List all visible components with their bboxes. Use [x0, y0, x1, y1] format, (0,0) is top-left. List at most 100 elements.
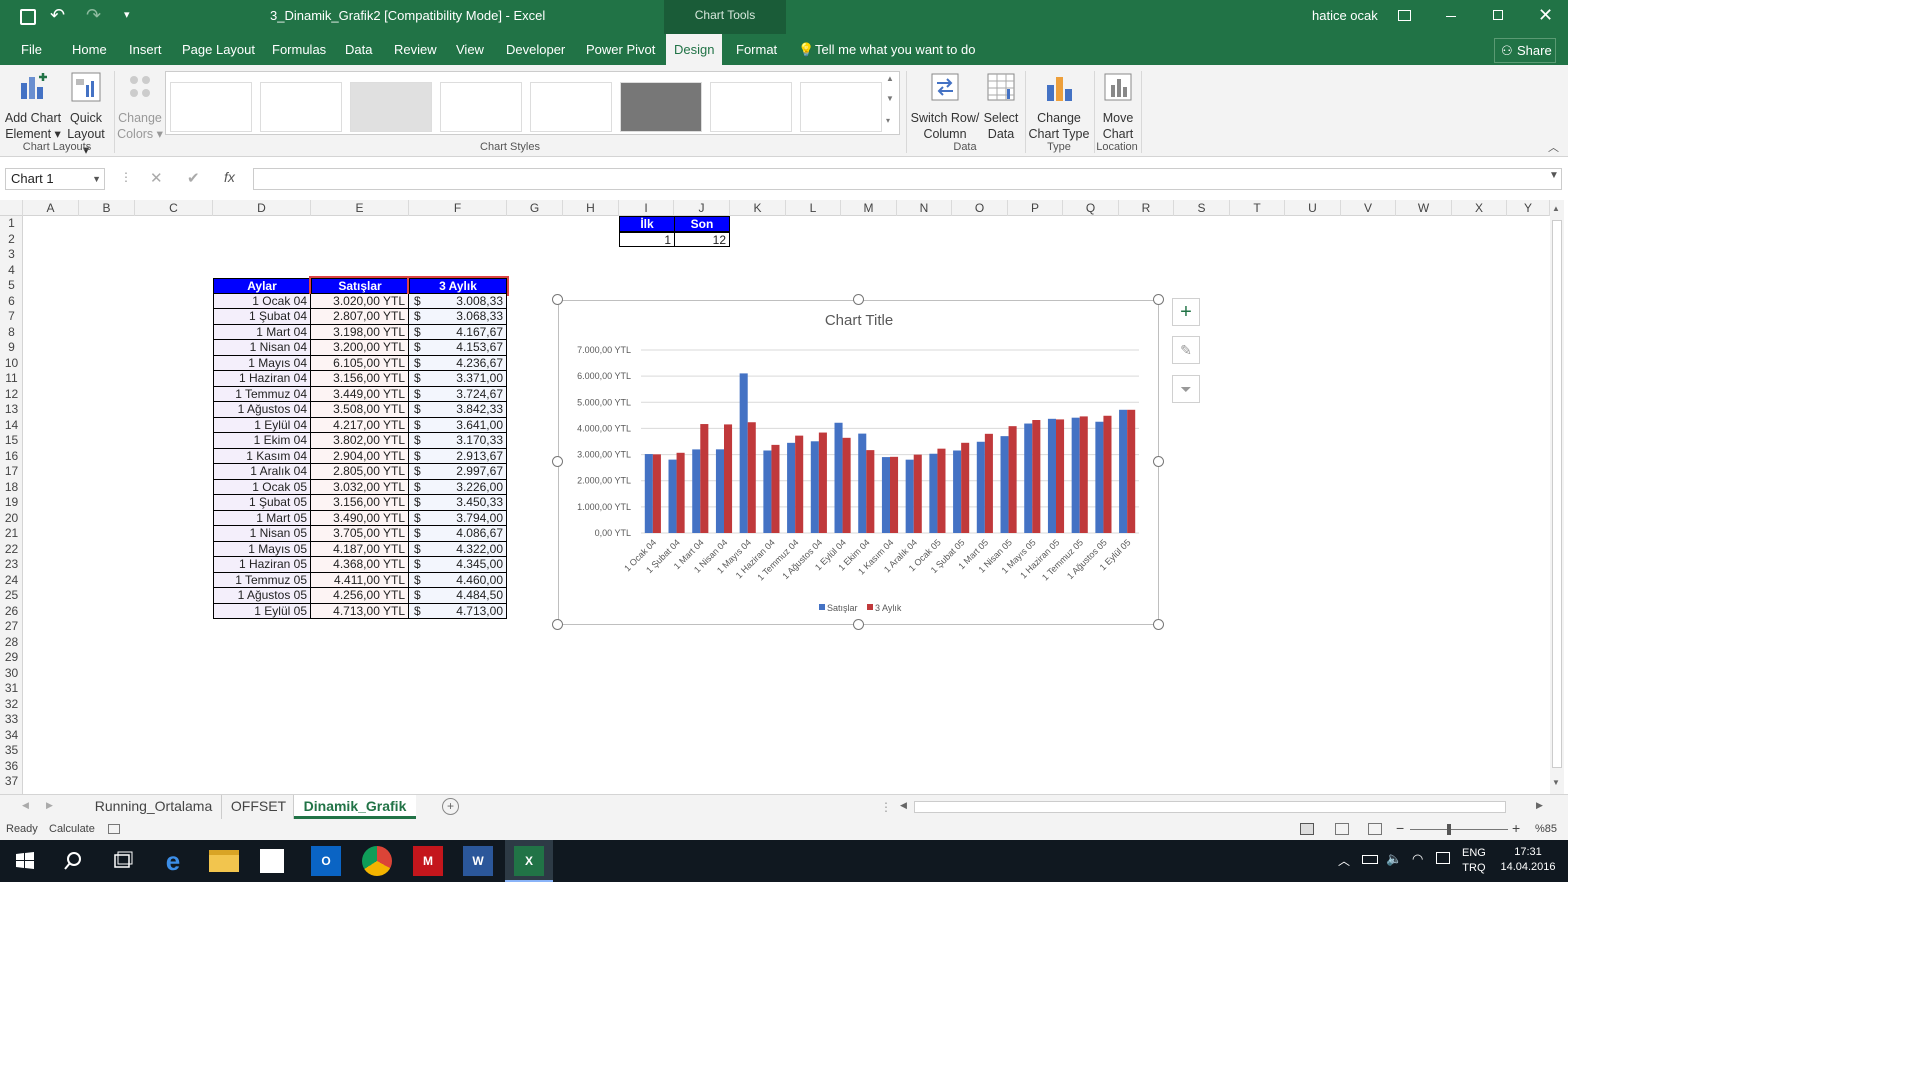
insert-function-button[interactable]: fx	[224, 169, 235, 185]
search-icon[interactable]	[58, 846, 88, 876]
chart-1[interactable]: Chart Title 0,00 YTL 1.000,00 YTL 2.000,00 …	[558, 300, 1159, 625]
horizontal-scrollbar[interactable]: ◀ ▶	[898, 799, 1548, 815]
satislar-header[interactable]: Satışlar	[309, 276, 411, 296]
ilk-header[interactable]: İlk	[619, 216, 675, 232]
three-month-cell[interactable]: 4.086,67	[429, 526, 507, 542]
prev-sheet-icon[interactable]: ◀	[22, 800, 29, 811]
row-header[interactable]: 28	[0, 635, 22, 651]
row-header[interactable]: 35	[0, 743, 22, 759]
three-month-cell[interactable]: 4.460,00	[429, 572, 507, 588]
row-header[interactable]: 25	[0, 588, 22, 604]
row-header[interactable]: 36	[0, 759, 22, 775]
month-cell[interactable]: 1 Şubat 05	[213, 495, 311, 511]
month-cell[interactable]: 1 Temmuz 04	[213, 386, 311, 402]
share-button[interactable]: ⚇ Share	[1494, 38, 1556, 63]
save-icon[interactable]	[20, 9, 36, 25]
tab-review[interactable]: Review	[394, 34, 437, 65]
currency-cell[interactable]: $	[409, 510, 429, 526]
sales-cell[interactable]: 3.200,00 YTL	[311, 340, 409, 356]
chart-styles-button[interactable]: ✎	[1172, 336, 1200, 364]
row-header[interactable]: 11	[0, 371, 22, 387]
sales-cell[interactable]: 3.156,00 YTL	[311, 371, 409, 387]
mendeley-icon[interactable]: M	[413, 846, 443, 876]
currency-cell[interactable]: $	[409, 433, 429, 449]
month-cell[interactable]: 1 Ekim 04	[213, 433, 311, 449]
row-header[interactable]: 20	[0, 511, 22, 527]
row-header[interactable]: 22	[0, 542, 22, 558]
col-header[interactable]: Q	[1063, 200, 1119, 216]
col-header[interactable]: F	[409, 200, 507, 216]
row-header[interactable]: 9	[0, 340, 22, 356]
sales-cell[interactable]: 3.802,00 YTL	[311, 433, 409, 449]
notification-icon[interactable]	[1436, 852, 1450, 864]
close-icon[interactable]: ✕	[1538, 5, 1553, 26]
row-header[interactable]: 5	[0, 278, 22, 294]
tab-page-layout[interactable]: Page Layout	[182, 34, 255, 65]
row-header[interactable]: 3	[0, 247, 22, 263]
row-header[interactable]: 16	[0, 449, 22, 465]
expand-formula-icon[interactable]: ▼	[1549, 170, 1559, 181]
three-month-cell[interactable]: 4.153,67	[429, 340, 507, 356]
month-cell[interactable]: 1 Nisan 04	[213, 340, 311, 356]
col-header[interactable]: X	[1452, 200, 1507, 216]
row-header[interactable]: 4	[0, 263, 22, 279]
sales-cell[interactable]: 2.904,00 YTL	[311, 448, 409, 464]
currency-cell[interactable]: $	[409, 386, 429, 402]
row-header[interactable]: 13	[0, 402, 22, 418]
collapse-ribbon-icon[interactable]: ︿	[1548, 139, 1559, 155]
redo-icon[interactable]: ↷	[86, 5, 101, 26]
row-header[interactable]: 30	[0, 666, 22, 682]
chart-style-6[interactable]	[620, 82, 702, 132]
month-cell[interactable]: 1 Mayıs 04	[213, 355, 311, 371]
currency-cell[interactable]: $	[409, 355, 429, 371]
tab-power-pivot[interactable]: Power Pivot	[586, 34, 655, 65]
chart-style-7[interactable]	[710, 82, 792, 132]
row-header[interactable]: 6	[0, 294, 22, 310]
clock[interactable]: 17:31 14.04.2016	[1500, 845, 1556, 875]
row-header[interactable]: 15	[0, 433, 22, 449]
change-colors-button[interactable]: Change Colors ▾	[116, 71, 164, 142]
three-month-cell[interactable]: 4.345,00	[429, 557, 507, 573]
col-header[interactable]: W	[1396, 200, 1452, 216]
excel-icon[interactable]: X	[514, 846, 544, 876]
month-cell[interactable]: 1 Ağustos 05	[213, 588, 311, 604]
chart-style-5[interactable]	[530, 82, 612, 132]
three-month-cell[interactable]: 3.371,00	[429, 371, 507, 387]
select-data-button[interactable]: Select Data	[982, 71, 1020, 142]
three-month-cell[interactable]: 4.713,00	[429, 603, 507, 619]
row-header[interactable]: 24	[0, 573, 22, 589]
month-cell[interactable]: 1 Ocak 05	[213, 479, 311, 495]
three-month-cell[interactable]: 4.484,50	[429, 588, 507, 604]
h-scroll-thumb[interactable]	[914, 801, 1506, 813]
sales-cell[interactable]: 3.508,00 YTL	[311, 402, 409, 418]
month-cell[interactable]: 1 Ocak 04	[213, 293, 311, 309]
gallery-scroll-down-icon[interactable]: ▼	[886, 94, 894, 103]
move-chart-button[interactable]: Move Chart	[1096, 71, 1140, 142]
resize-handle[interactable]	[552, 456, 563, 467]
currency-cell[interactable]: $	[409, 495, 429, 511]
row-header[interactable]: 12	[0, 387, 22, 403]
tab-view[interactable]: View	[456, 34, 484, 65]
currency-cell[interactable]: $	[409, 464, 429, 480]
sales-cell[interactable]: 3.449,00 YTL	[311, 386, 409, 402]
cancel-icon[interactable]: ✕	[150, 169, 163, 187]
three-month-cell[interactable]: 3.008,33	[429, 293, 507, 309]
row-header[interactable]: 7	[0, 309, 22, 325]
volume-icon[interactable]: 🔈	[1386, 851, 1402, 867]
row-header[interactable]: 19	[0, 495, 22, 511]
son-value[interactable]: 12	[674, 231, 730, 247]
currency-cell[interactable]: $	[409, 479, 429, 495]
switch-row-column-button[interactable]: Switch Row/ Column	[909, 71, 981, 142]
month-cell[interactable]: 1 Haziran 04	[213, 371, 311, 387]
currency-cell[interactable]: $	[409, 588, 429, 604]
currency-cell[interactable]: $	[409, 402, 429, 418]
macro-record-icon[interactable]	[108, 824, 120, 834]
enter-icon[interactable]: ✔	[187, 169, 200, 187]
page-layout-view-icon[interactable]	[1335, 823, 1349, 835]
sales-cell[interactable]: 4.368,00 YTL	[311, 557, 409, 573]
minimize-icon[interactable]	[1446, 16, 1456, 17]
language-indicator[interactable]: ENG TRQ	[1462, 846, 1486, 876]
sheet-tab[interactable]: Running_Ortalama	[86, 795, 222, 819]
col-header[interactable]: L	[786, 200, 841, 216]
outlook-icon[interactable]: O	[311, 846, 341, 876]
